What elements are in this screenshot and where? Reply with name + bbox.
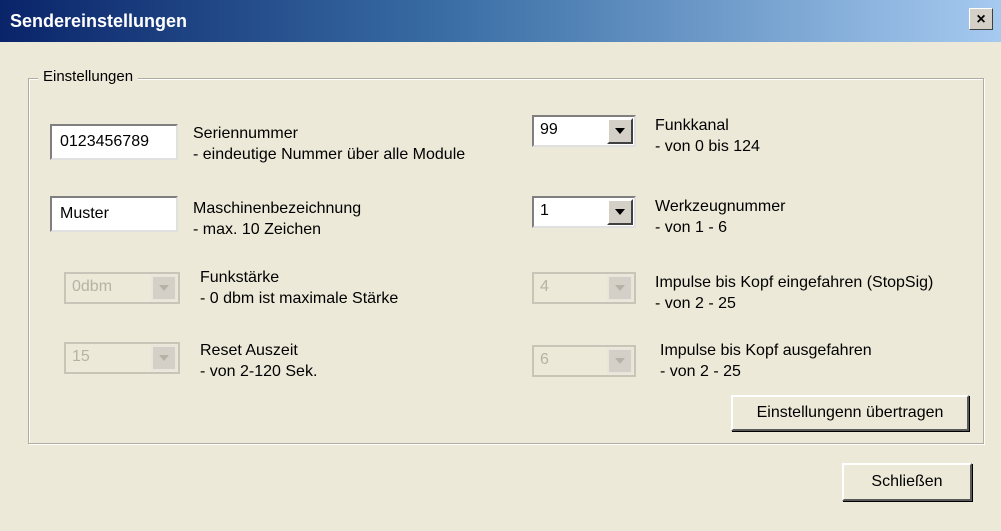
serial-number-hint: - eindeutige Nummer über alle Module: [193, 146, 466, 163]
title-bar: Sendereinstellungen ×: [0, 0, 1001, 42]
reset-timeout-label: Reset Auszeit - von 2-120 Sek.: [200, 340, 317, 382]
serial-number-input[interactable]: 0123456789: [50, 124, 178, 160]
radio-power-title: Funkstärke: [200, 269, 280, 286]
radio-channel-label: Funkkanal - von 0 bis 124: [655, 115, 760, 157]
radio-channel-title: Funkkanal: [655, 117, 729, 134]
reset-timeout-hint: - von 2-120 Sek.: [200, 363, 318, 380]
tool-number-value: 1: [540, 202, 549, 219]
chevron-down-icon[interactable]: [607, 199, 633, 225]
machine-name-hint: - max. 10 Zeichen: [193, 221, 322, 238]
chevron-down-icon[interactable]: [607, 118, 633, 144]
radio-power-select: 0dbm: [64, 272, 180, 304]
radio-power-value: 0dbm: [72, 278, 113, 295]
reset-timeout-title: Reset Auszeit: [200, 342, 298, 359]
transfer-settings-button[interactable]: Einstellungenn übertragen: [731, 395, 969, 431]
radio-power-label: Funkstärke - 0 dbm ist maximale Stärke: [200, 267, 398, 309]
chevron-down-icon: [607, 348, 633, 374]
radio-channel-hint: - von 0 bis 124: [655, 138, 760, 155]
pulses-extended-select: 6: [532, 345, 636, 377]
pulses-extended-hint: - von 2 - 25: [660, 363, 741, 380]
serial-number-label: Seriennummer - eindeutige Nummer über al…: [193, 123, 465, 165]
machine-name-input[interactable]: Muster: [50, 196, 178, 232]
radio-channel-select[interactable]: 99: [532, 115, 636, 147]
close-icon[interactable]: ×: [969, 8, 993, 30]
tool-number-hint: - von 1 - 6: [655, 219, 728, 236]
pulses-retracted-title: Impulse bis Kopf eingefahren (StopSig): [655, 274, 934, 291]
reset-timeout-value: 15: [72, 348, 90, 365]
pulses-extended-title: Impulse bis Kopf ausgefahren: [660, 342, 872, 359]
pulses-retracted-hint: - von 2 - 25: [655, 295, 736, 312]
radio-power-hint: - 0 dbm ist maximale Stärke: [200, 290, 399, 307]
radio-channel-value: 99: [540, 121, 558, 138]
chevron-down-icon: [151, 345, 177, 371]
machine-name-title: Maschinenbezeichnung: [193, 200, 362, 217]
tool-number-title: Werkzeugnummer: [655, 198, 786, 215]
chevron-down-icon: [151, 275, 177, 301]
pulses-retracted-label: Impulse bis Kopf eingefahren (StopSig) -…: [655, 272, 933, 314]
serial-number-title: Seriennummer: [193, 125, 298, 142]
pulses-retracted-value: 4: [540, 278, 549, 295]
machine-name-label: Maschinenbezeichnung - max. 10 Zeichen: [193, 198, 361, 240]
settings-group-title: Einstellungen: [38, 68, 139, 85]
tool-number-select[interactable]: 1: [532, 196, 636, 228]
chevron-down-icon: [607, 275, 633, 301]
tool-number-label: Werkzeugnummer - von 1 - 6: [655, 196, 785, 238]
pulses-retracted-select: 4: [532, 272, 636, 304]
pulses-extended-value: 6: [540, 351, 549, 368]
pulses-extended-label: Impulse bis Kopf ausgefahren - von 2 - 2…: [660, 340, 872, 382]
window-title: Sendereinstellungen: [10, 11, 188, 31]
reset-timeout-select: 15: [64, 342, 180, 374]
close-button[interactable]: Schließen: [842, 463, 972, 501]
